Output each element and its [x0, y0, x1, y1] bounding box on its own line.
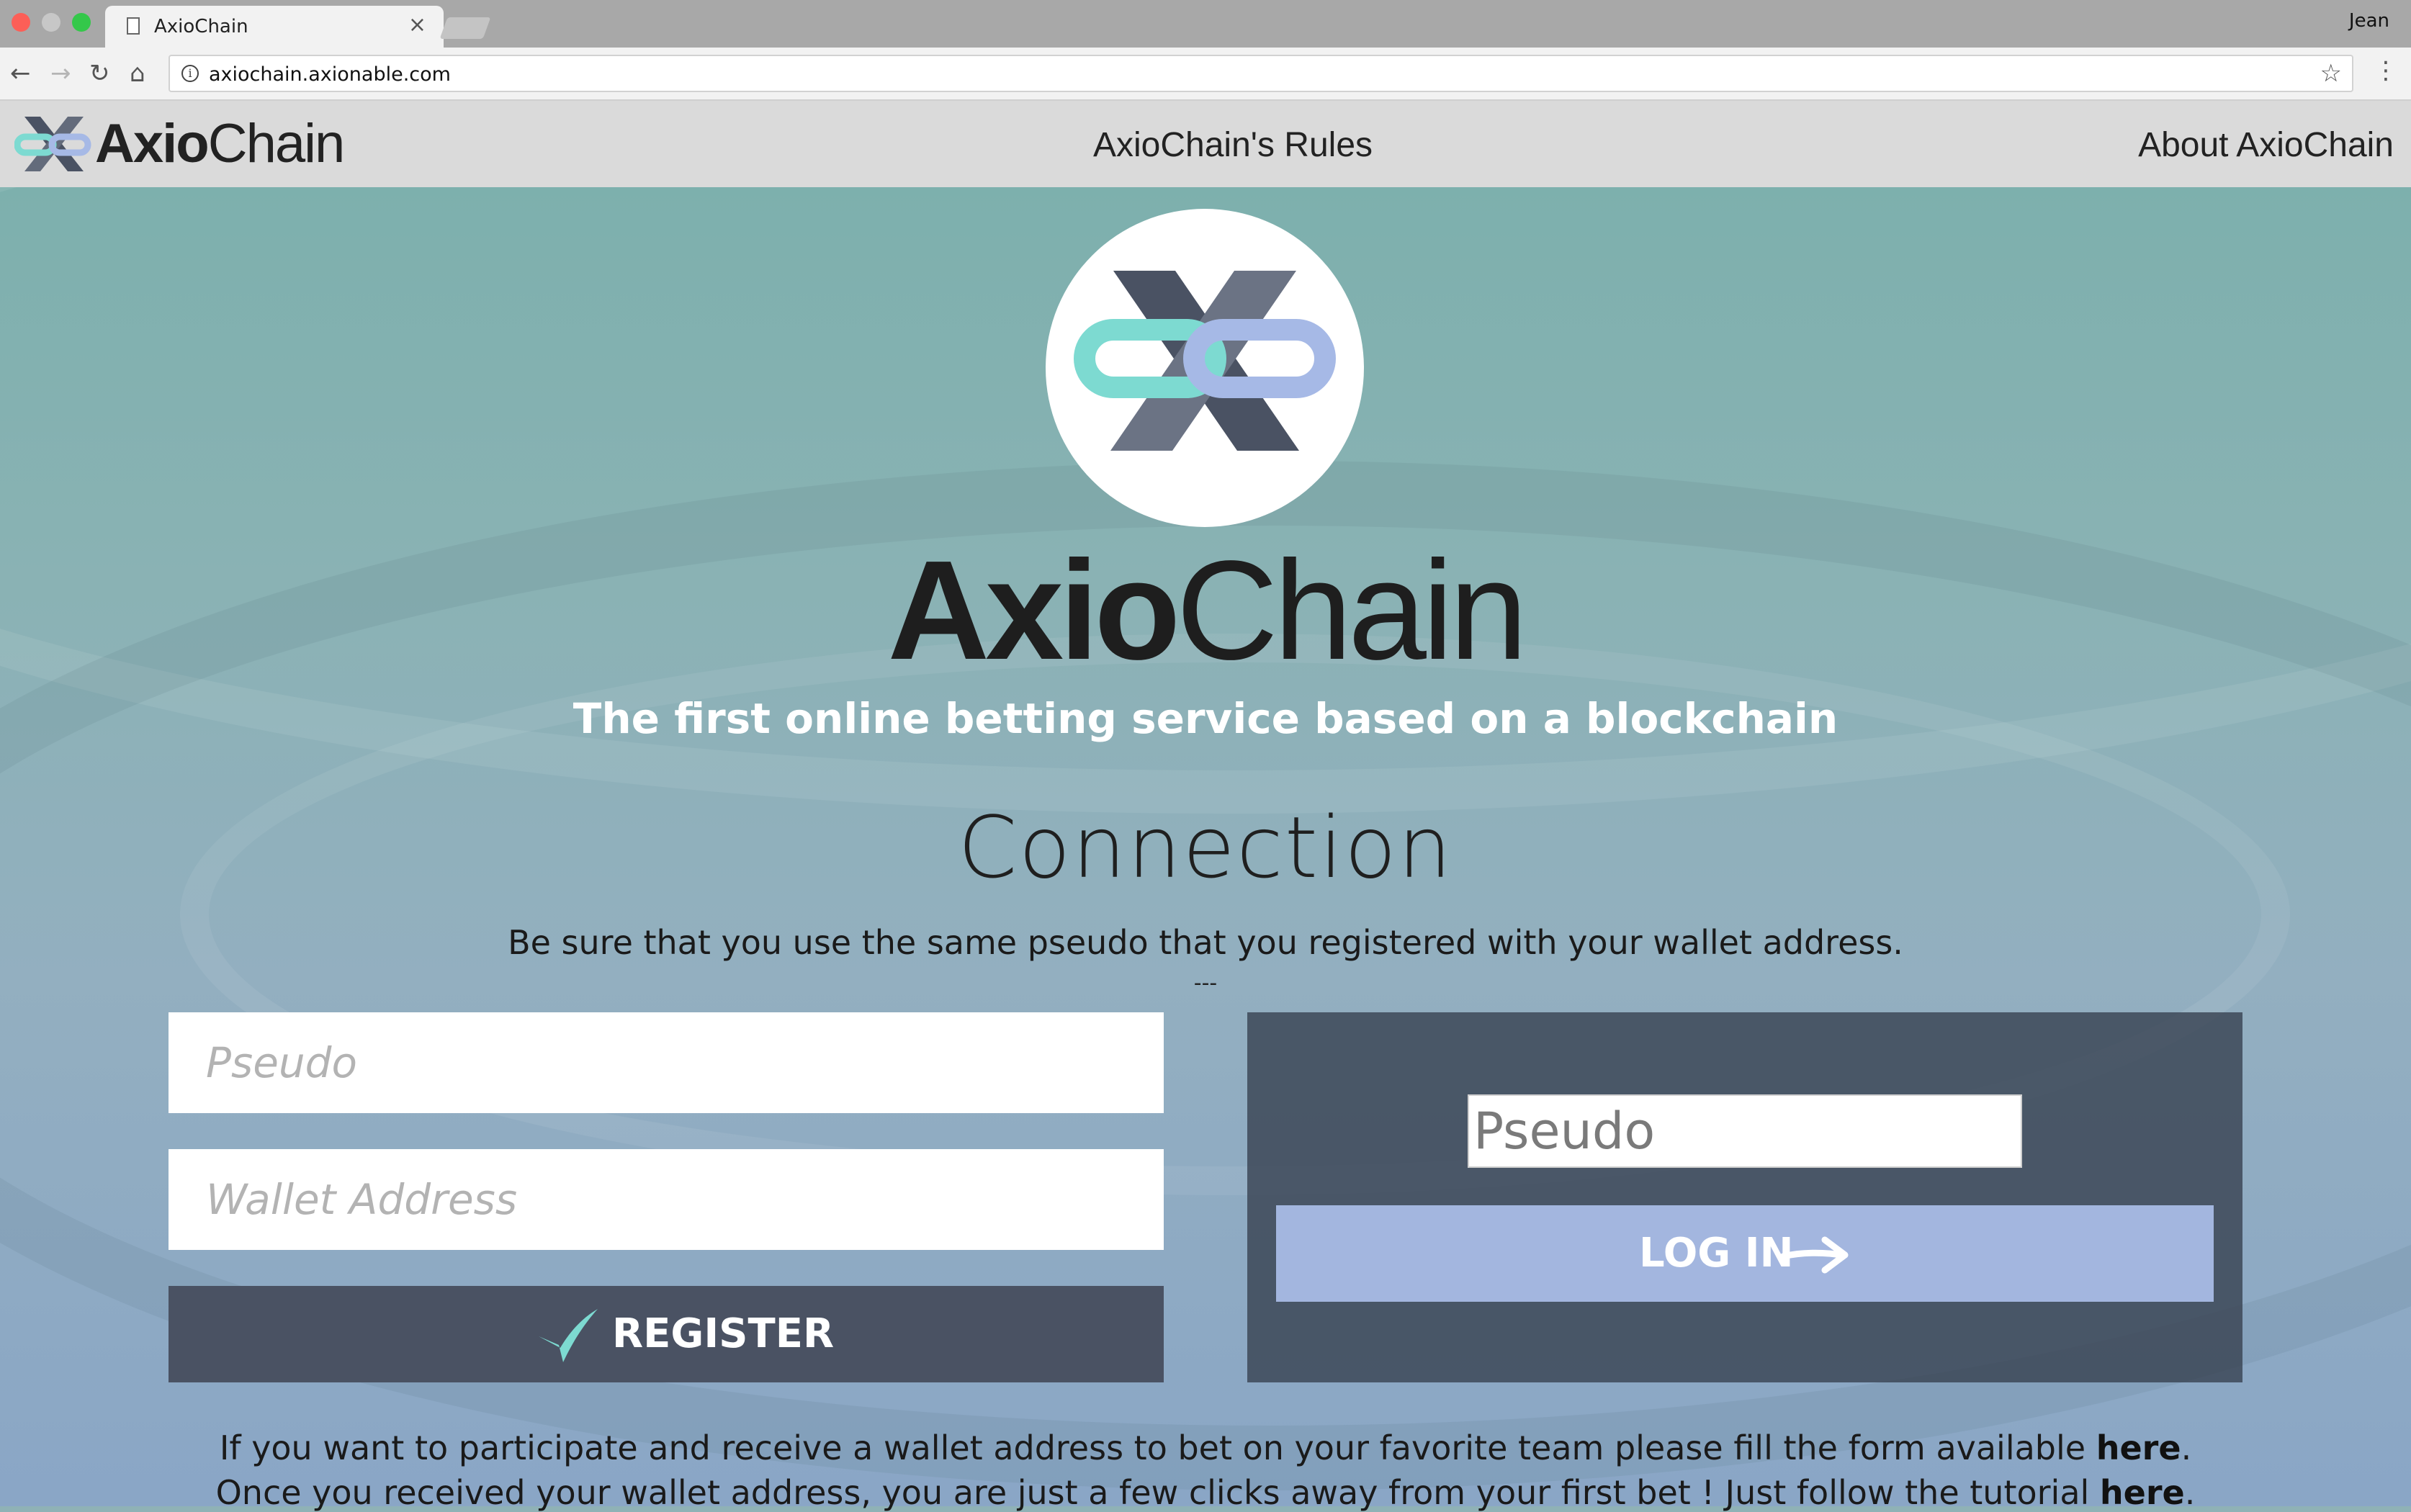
info-icon[interactable]: i — [181, 65, 199, 82]
participation-end: . — [2181, 1428, 2192, 1467]
site-header: AxioChain AxioChain's Rules About AxioCh… — [0, 101, 2411, 187]
login-button-label: LOG IN — [1639, 1230, 1794, 1277]
separator: --- — [1193, 971, 1218, 996]
profile-name[interactable]: Jean — [2349, 10, 2389, 32]
login-panel: LOG IN — [1247, 1012, 2242, 1382]
connection-instruction: Be sure that you use the same pseudo tha… — [508, 923, 1903, 962]
register-button[interactable]: REGISTER — [169, 1286, 1164, 1382]
arrow-right-icon — [1780, 1236, 1849, 1274]
brand-name-bold: Axio — [95, 113, 210, 174]
reload-icon[interactable]: ↻ — [89, 59, 110, 88]
minimize-window-button[interactable] — [42, 13, 60, 32]
hero-logo-wordmark: AxioChain — [0, 539, 2411, 683]
register-button-label: REGISTER — [612, 1310, 835, 1357]
back-icon[interactable]: ← — [10, 59, 31, 88]
form-link[interactable]: here — [2096, 1428, 2181, 1467]
close-window-button[interactable] — [12, 13, 30, 32]
axiochain-logo-icon[interactable] — [14, 115, 94, 173]
axiochain-emblem — [1046, 209, 1364, 527]
chain-x-icon — [1074, 271, 1336, 451]
checkmark-icon — [539, 1309, 598, 1362]
login-pseudo-input[interactable] — [1468, 1094, 2022, 1168]
login-button[interactable]: LOG IN — [1276, 1205, 2214, 1302]
bookmark-star-icon[interactable]: ☆ — [2320, 59, 2342, 88]
participation-info: If you want to participate and receive a… — [0, 1428, 2411, 1467]
tab-title: AxioChain — [154, 16, 248, 37]
participation-text: If you want to participate and receive a… — [219, 1428, 2096, 1467]
browser-toolbar: ← → ↻ ⌂ i axiochain.axionable.com ☆ ⋮ — [0, 48, 2411, 101]
browser-tab-bar: AxioChain × Jean — [0, 0, 2411, 48]
brand-name-light: Chain — [207, 113, 346, 174]
hero-logo-light: Chain — [1176, 531, 1527, 689]
browser-menu-icon[interactable]: ⋮ — [2374, 56, 2398, 85]
forward-icon[interactable]: → — [50, 59, 71, 88]
nav-rules-link[interactable]: AxioChain's Rules — [1093, 125, 1373, 165]
address-bar[interactable]: i axiochain.axionable.com ☆ — [169, 55, 2353, 92]
hero-tagline: The first online betting service based o… — [573, 694, 1838, 743]
register-pseudo-input[interactable] — [169, 1012, 1164, 1113]
url-text[interactable]: axiochain.axionable.com — [209, 63, 451, 86]
browser-tab[interactable]: AxioChain × — [105, 6, 444, 48]
home-icon[interactable]: ⌂ — [130, 59, 145, 88]
new-tab-button[interactable] — [439, 17, 491, 39]
connection-title: Connection — [958, 798, 1453, 897]
page-icon — [127, 17, 140, 35]
wallet-address-input[interactable] — [169, 1149, 1164, 1250]
maximize-window-button[interactable] — [72, 13, 91, 32]
hero-logo-bold: Axio — [887, 531, 1181, 689]
brand-name[interactable]: AxioChain — [95, 112, 346, 175]
nav-about-link[interactable]: About AxioChain — [2138, 125, 2394, 165]
tab-close-icon[interactable]: × — [408, 14, 426, 36]
